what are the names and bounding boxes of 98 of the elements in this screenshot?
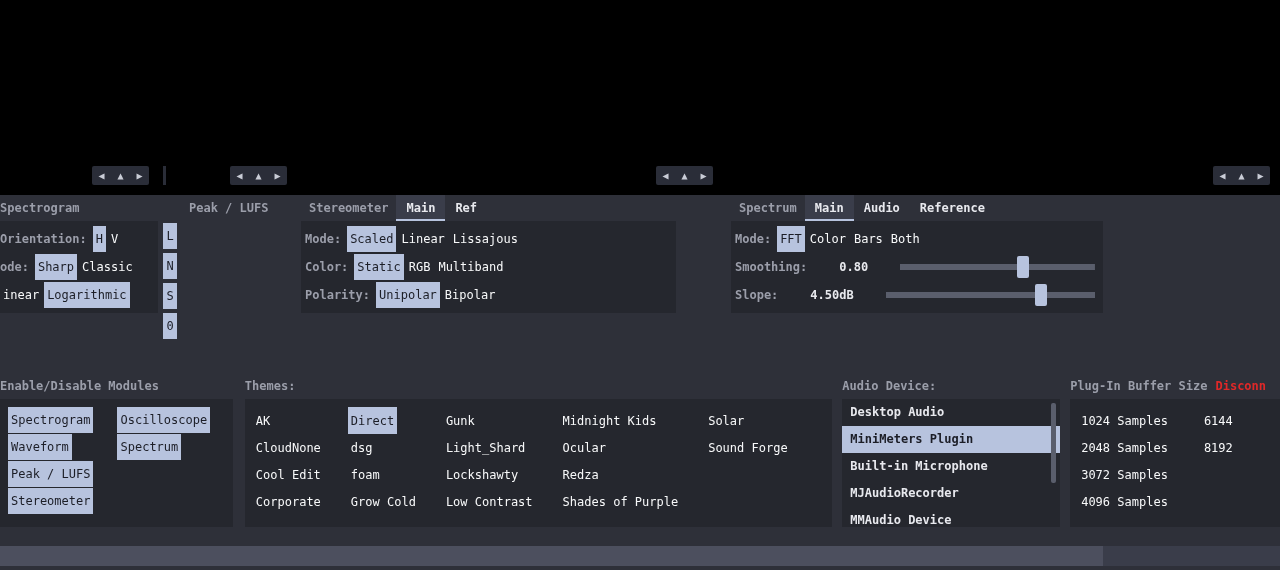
module-toggle[interactable]: Oscilloscope	[117, 407, 211, 433]
theme-option[interactable]: dsg	[347, 434, 376, 461]
theme-option[interactable]: Cool Edit	[252, 461, 324, 488]
option-button[interactable]: inear	[0, 282, 43, 308]
section-title: Peak / LUFS	[189, 200, 270, 217]
theme-option[interactable]: Grow Cold	[347, 488, 419, 515]
module-toggle[interactable]: Spectrum	[117, 434, 182, 460]
theme-option[interactable]: Gunk	[442, 407, 478, 434]
device-item[interactable]: MJAudioRecorder	[842, 480, 1061, 507]
theme-option[interactable]: Direct	[347, 407, 398, 434]
scrollbar-thumb[interactable]	[1051, 403, 1057, 483]
arrow-button[interactable]: ◀	[1213, 166, 1232, 185]
device-item[interactable]: Built-in Microphone	[842, 453, 1061, 480]
device-item[interactable]: MMAudio Device	[842, 507, 1061, 527]
option-label: Orientation:	[0, 231, 87, 248]
channel-button[interactable]: N	[163, 253, 177, 279]
theme-option[interactable]: Lockshawty	[442, 461, 522, 488]
device-item[interactable]: MiniMeters Plugin	[842, 426, 1061, 453]
option-button[interactable]: Bipolar	[441, 282, 499, 308]
theme-option[interactable]: Shades of Purple	[559, 488, 682, 515]
option-button[interactable]: Multiband	[435, 254, 507, 280]
channel-button[interactable]: 0	[163, 313, 177, 339]
channel-button[interactable]: L	[163, 223, 177, 249]
section-title: Spectrogram	[0, 200, 81, 217]
module-toggle[interactable]: Stereometer	[8, 488, 94, 514]
option-button[interactable]: Sharp	[34, 254, 78, 280]
option-button[interactable]: Classic	[79, 254, 136, 280]
scrollbar-thumb[interactable]	[0, 546, 1103, 566]
arrow-button[interactable]: ▶	[130, 166, 149, 185]
buffer-option[interactable]: 2048 Samples	[1078, 434, 1171, 461]
option-button[interactable]: Scaled	[347, 226, 397, 252]
option-button[interactable]: Lissajous	[449, 226, 521, 252]
buffer-option[interactable]: 4096 Samples	[1078, 488, 1171, 515]
divider	[163, 166, 166, 185]
theme-option[interactable]: Solar	[705, 407, 748, 434]
slider-thumb[interactable]	[1016, 256, 1029, 278]
arrow-button[interactable]: ▶	[694, 166, 713, 185]
module-toggle[interactable]: Waveform	[8, 434, 72, 460]
arrow-button[interactable]: ▶	[1251, 166, 1270, 185]
option-button[interactable]: RGB	[405, 254, 434, 280]
arrow-button[interactable]: ▲	[249, 166, 268, 185]
option-label: Mode:	[735, 231, 772, 248]
option-button[interactable]: Unipolar	[376, 282, 440, 308]
option-label: Color:	[305, 259, 349, 276]
buffer-option[interactable]: 3072 Samples	[1078, 461, 1171, 488]
tab[interactable]: Main	[396, 195, 446, 221]
section-title: Stereometer	[308, 200, 390, 217]
device-item[interactable]: Desktop Audio	[842, 399, 1061, 426]
option-button[interactable]: Logarithmic	[44, 282, 130, 308]
theme-option[interactable]: Corporate	[252, 488, 324, 515]
arrow-button[interactable]: ▲	[1232, 166, 1251, 185]
theme-option[interactable]: AK	[252, 407, 274, 434]
module-toggle[interactable]: Peak / LUFS	[8, 461, 94, 487]
theme-option[interactable]: Ocular	[559, 434, 609, 461]
slider-thumb[interactable]	[1034, 284, 1047, 306]
channel-button[interactable]: S	[163, 283, 177, 309]
theme-option[interactable]: Midnight Kids	[559, 407, 660, 434]
option-label: ode:	[0, 259, 29, 276]
arrow-button[interactable]: ◀	[230, 166, 249, 185]
option-button[interactable]: FFT	[777, 226, 805, 252]
theme-option[interactable]: Light_Shard	[442, 434, 529, 461]
tab[interactable]: Ref	[445, 195, 488, 221]
slider-value: 0.80	[839, 259, 869, 276]
option-button[interactable]: Static	[354, 254, 404, 280]
theme-option[interactable]: Redza	[559, 461, 602, 488]
buffer-option[interactable]: 8192	[1200, 434, 1236, 461]
option-button[interactable]: Both	[887, 226, 923, 252]
slider-label: Slope:	[735, 287, 779, 304]
section-title: Enable/Disable Modules	[0, 378, 159, 395]
theme-option[interactable]: Sound Forge	[705, 434, 791, 461]
status-text: Disconn	[1215, 378, 1267, 395]
arrow-button[interactable]: ◀	[656, 166, 675, 185]
module-toggle[interactable]: Spectrogram	[8, 407, 94, 433]
option-button[interactable]: V	[107, 226, 122, 252]
section-title: Audio Device:	[842, 378, 937, 395]
tab[interactable]: Main	[804, 195, 854, 221]
section-title: Plug-In Buffer Size	[1070, 378, 1208, 395]
buffer-option[interactable]: 6144	[1200, 407, 1236, 434]
option-label: Mode:	[305, 231, 342, 248]
option-button[interactable]: H	[92, 226, 106, 252]
tab[interactable]: Reference	[909, 195, 995, 221]
slider-value: 4.50dB	[810, 287, 854, 304]
section-title: Themes:	[244, 378, 296, 395]
arrow-button[interactable]: ▶	[268, 166, 287, 185]
theme-option[interactable]: CloudNone	[252, 434, 324, 461]
option-button[interactable]: Linear	[398, 226, 448, 252]
arrow-button[interactable]: ▲	[111, 166, 130, 185]
slider-label: Smoothing:	[735, 259, 808, 276]
arrow-button[interactable]: ◀	[92, 166, 111, 185]
arrow-button[interactable]: ▲	[675, 166, 694, 185]
option-button[interactable]: Bars	[850, 226, 886, 252]
option-label: Polarity:	[305, 287, 371, 304]
theme-option[interactable]: foam	[347, 461, 383, 488]
option-button[interactable]: Color	[806, 226, 849, 252]
tab[interactable]: Audio	[853, 195, 910, 221]
section-title: Spectrum	[738, 200, 798, 217]
theme-option[interactable]: Low Contrast	[442, 488, 536, 515]
buffer-option[interactable]: 1024 Samples	[1078, 407, 1171, 434]
